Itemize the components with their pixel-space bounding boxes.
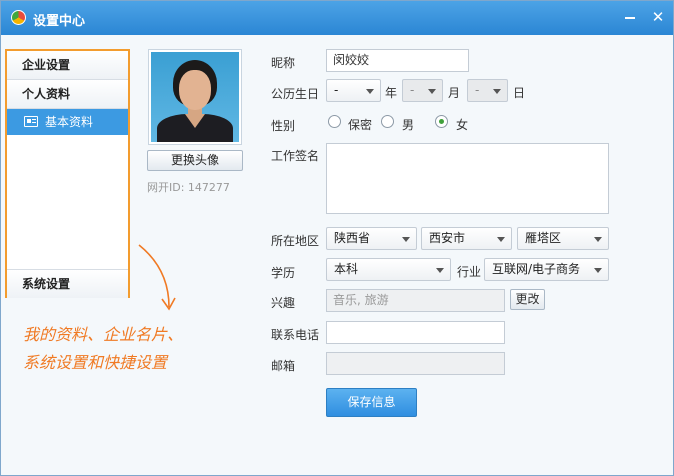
title-bar[interactable]: 设置中心 ✕: [1, 1, 673, 35]
sidebar-item-personal-profile[interactable]: 个人资料: [7, 80, 128, 109]
birth-day-value: -: [475, 83, 480, 97]
industry-label: 行业: [457, 265, 482, 279]
window-title: 设置中心: [33, 14, 86, 29]
net-id-label: 网开ID: 147277: [147, 181, 230, 194]
industry-select[interactable]: 互联网/电子商务: [484, 258, 609, 281]
gender-option-label: 男: [402, 118, 415, 132]
gender-radio-secret[interactable]: [328, 115, 341, 128]
settings-window: 设置中心 ✕ 企业设置 个人资料 基本资料 系统设置 我的资料、企业名片、 系统…: [0, 0, 674, 476]
interest-input: 音乐, 旅游: [326, 289, 505, 312]
chevron-down-icon: [594, 237, 602, 242]
minimize-button[interactable]: [619, 7, 641, 27]
day-unit: 日: [513, 86, 526, 100]
birth-year-select[interactable]: -: [326, 79, 381, 102]
education-label: 学历: [271, 266, 296, 280]
sidebar-item-basic-info[interactable]: 基本资料: [7, 109, 128, 135]
chevron-down-icon: [493, 89, 501, 94]
district-value: 雁塔区: [525, 231, 562, 245]
industry-value: 互联网/电子商务: [492, 262, 581, 276]
phone-label: 联系电话: [271, 328, 320, 342]
year-unit: 年: [385, 86, 398, 100]
avatar-photo: [151, 52, 239, 142]
city-value: 西安市: [429, 231, 466, 245]
annotation-line-2: 系统设置和快捷设置: [23, 353, 168, 372]
annotation-line-1: 我的资料、企业名片、: [23, 325, 184, 344]
signature-textarea[interactable]: [326, 143, 609, 214]
birthday-label: 公历生日: [271, 87, 320, 101]
gender-option-label: 女: [456, 118, 469, 132]
change-interest-button[interactable]: 更改: [510, 289, 545, 310]
birth-day-select[interactable]: -: [467, 79, 508, 102]
nickname-input[interactable]: 闵姣姣: [326, 49, 469, 72]
province-value: 陕西省: [334, 231, 371, 245]
avatar: [148, 49, 242, 145]
education-select[interactable]: 本科: [326, 258, 451, 281]
gender-option-label: 保密: [348, 118, 373, 132]
month-unit: 月: [448, 86, 461, 100]
sidebar-item-label: 基本资料: [45, 115, 94, 129]
gender-radio-male[interactable]: [381, 115, 394, 128]
gender-label: 性别: [271, 119, 296, 133]
chevron-down-icon: [436, 268, 444, 273]
sidebar-item-system-settings[interactable]: 系统设置: [7, 269, 128, 298]
signature-label: 工作签名: [271, 149, 320, 163]
sidebar-item-company-settings[interactable]: 企业设置: [7, 51, 128, 80]
email-label: 邮箱: [271, 359, 296, 373]
chevron-down-icon: [366, 89, 374, 94]
province-select[interactable]: 陕西省: [326, 227, 417, 250]
save-info-button[interactable]: 保存信息: [326, 388, 417, 417]
education-value: 本科: [334, 262, 359, 276]
chevron-down-icon: [497, 237, 505, 242]
id-card-icon: [24, 116, 38, 127]
city-select[interactable]: 西安市: [421, 227, 512, 250]
nickname-label: 昵称: [271, 56, 296, 70]
close-button[interactable]: ✕: [647, 7, 669, 27]
chevron-down-icon: [428, 89, 436, 94]
settings-sidebar: 企业设置 个人资料 基本资料 系统设置: [5, 49, 130, 298]
chevron-down-icon: [594, 268, 602, 273]
district-select[interactable]: 雁塔区: [517, 227, 609, 250]
close-icon: ✕: [651, 8, 665, 26]
annotation-arrow-icon: [138, 244, 176, 311]
change-avatar-button[interactable]: 更换头像: [147, 150, 243, 171]
phone-input[interactable]: [326, 321, 505, 344]
chevron-down-icon: [402, 237, 410, 242]
region-label: 所在地区: [271, 234, 320, 248]
gender-radio-female[interactable]: [435, 115, 448, 128]
birth-month-select[interactable]: -: [402, 79, 443, 102]
email-input: [326, 352, 505, 375]
birth-month-value: -: [410, 83, 415, 97]
interest-label: 兴趣: [271, 296, 296, 310]
minimize-icon: [625, 17, 635, 19]
app-logo-icon: [11, 10, 26, 25]
birth-year-value: -: [334, 83, 339, 97]
